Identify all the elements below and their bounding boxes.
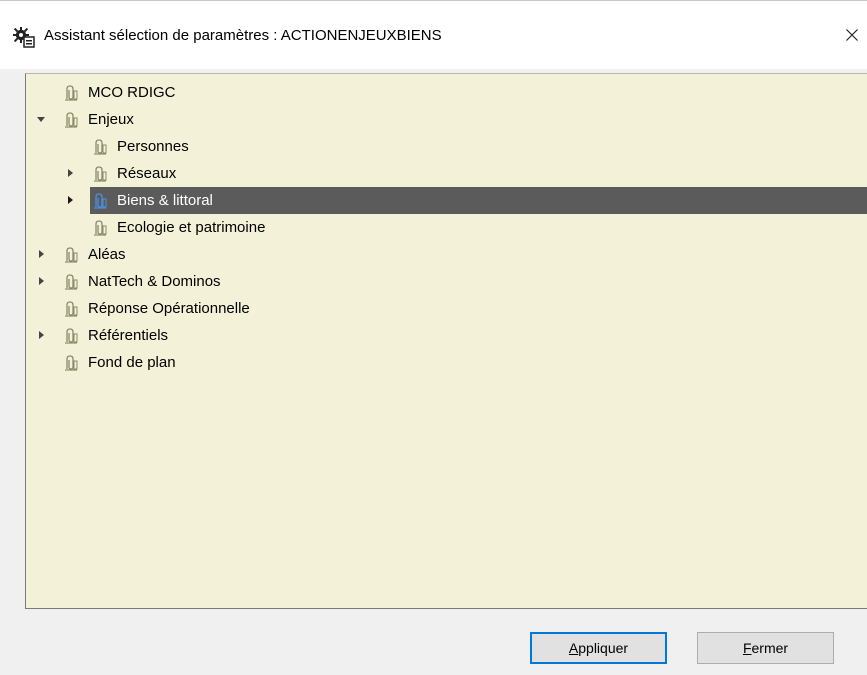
tree-item-label: Enjeux xyxy=(88,111,134,128)
tree-item[interactable]: Fond de plan xyxy=(26,349,867,376)
tree-item-label: NatTech & Dominos xyxy=(88,273,221,290)
clip-icon xyxy=(94,139,107,155)
apply-label-rest: ppliquer xyxy=(578,640,629,656)
clip-icon xyxy=(94,220,107,236)
tree-item[interactable]: Référentiels xyxy=(26,322,867,349)
apply-mnemonic: A xyxy=(568,640,579,656)
close-label-rest: ermer xyxy=(751,640,789,656)
tree-item[interactable]: Aléas xyxy=(26,241,867,268)
tree-item-label: Réponse Opérationnelle xyxy=(88,300,250,317)
clip-icon xyxy=(65,112,78,128)
clip-icon xyxy=(65,247,78,263)
tree-item-label: Personnes xyxy=(117,138,189,155)
tree-item[interactable]: Personnes xyxy=(26,133,867,160)
close-button[interactable]: Fermer xyxy=(697,632,834,664)
tree-item-label: Aléas xyxy=(88,246,126,263)
settings-gear-icon xyxy=(13,27,35,48)
window-close-button[interactable] xyxy=(836,19,867,51)
tree-item-label: Biens & littoral xyxy=(117,192,213,209)
tree-item[interactable]: Ecologie et patrimoine xyxy=(26,214,867,241)
triangle-right-icon[interactable] xyxy=(36,276,46,286)
clip-icon xyxy=(65,355,78,371)
dialog-footer: Appliquer Fermer xyxy=(0,609,867,675)
clip-icon xyxy=(65,274,78,290)
triangle-right-icon[interactable] xyxy=(36,249,46,259)
tree-item-label: Référentiels xyxy=(88,327,169,344)
triangle-right-icon[interactable] xyxy=(65,168,75,178)
triangle-right-icon[interactable] xyxy=(65,195,75,205)
clip-icon xyxy=(94,193,107,209)
clip-icon xyxy=(65,85,78,101)
tree-item-label: Réseaux xyxy=(117,165,177,182)
tree-item[interactable]: Réseaux xyxy=(26,160,867,187)
tree-item-label: Fond de plan xyxy=(88,354,176,371)
close-icon xyxy=(846,29,858,41)
tree-item[interactable]: Biens & littoral xyxy=(90,187,867,214)
apply-button[interactable]: Appliquer xyxy=(530,632,667,664)
window-title: Assistant sélection de paramètres : ACTI… xyxy=(44,27,442,44)
tree-item[interactable]: NatTech & Dominos xyxy=(26,268,867,295)
tree-item-label: Ecologie et patrimoine xyxy=(117,219,266,236)
clip-icon xyxy=(94,166,107,182)
triangle-down-icon[interactable] xyxy=(36,114,46,124)
title-bar: Assistant sélection de paramètres : ACTI… xyxy=(0,0,867,69)
tree-item[interactable]: Enjeux xyxy=(26,106,867,133)
tree-item[interactable]: Réponse Opérationnelle xyxy=(26,295,867,322)
parameter-tree[interactable]: MCO RDIGC Enjeux Personnes Réseaux Biens & l… xyxy=(25,73,867,609)
tree-item[interactable]: MCO RDIGC xyxy=(26,79,867,106)
triangle-right-icon[interactable] xyxy=(36,330,46,340)
close-mnemonic: F xyxy=(742,640,752,656)
clip-icon xyxy=(65,328,78,344)
tree-item-label: MCO RDIGC xyxy=(88,84,176,101)
clip-icon xyxy=(65,301,78,317)
